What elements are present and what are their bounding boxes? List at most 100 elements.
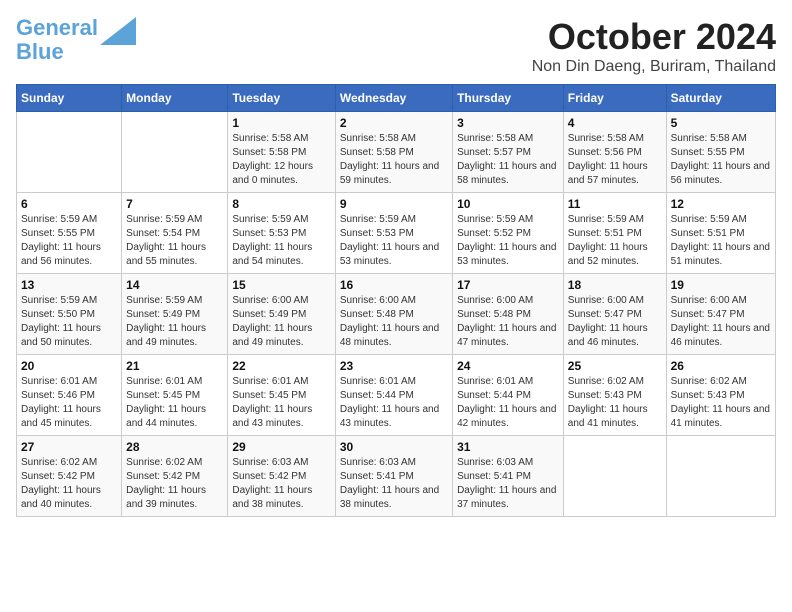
day-info: Sunrise: 5:58 AMSunset: 5:57 PMDaylight:…: [457, 132, 559, 188]
day-info: Sunrise: 6:00 AMSunset: 5:48 PMDaylight:…: [340, 294, 448, 350]
day-info: Sunrise: 6:01 AMSunset: 5:46 PMDaylight:…: [21, 375, 117, 431]
day-info: Sunrise: 5:59 AMSunset: 5:50 PMDaylight:…: [21, 294, 117, 350]
day-number: 14: [126, 278, 223, 292]
calendar-cell: 5 Sunrise: 5:58 AMSunset: 5:55 PMDaylight…: [666, 112, 775, 193]
day-number: 3: [457, 116, 559, 130]
day-number: 17: [457, 278, 559, 292]
calendar-cell: 27 Sunrise: 6:02 AMSunset: 5:42 PMDayligh…: [17, 436, 122, 517]
calendar-cell: 13Sunrise: 5:59 AMSunset: 5:50 PMDayligh…: [17, 274, 122, 355]
weekday-header: Monday: [122, 85, 228, 112]
day-number: 10: [457, 197, 559, 211]
day-number: 23: [340, 359, 448, 373]
calendar-cell: 23 Sunrise: 6:01 AMSunset: 5:44 PMDayligh…: [335, 355, 452, 436]
month-title: October 2024: [532, 16, 776, 58]
logo: General Blue: [16, 16, 136, 64]
day-number: 4: [568, 116, 662, 130]
day-info: Sunrise: 5:58 AMSunset: 5:55 PMDaylight:…: [671, 132, 771, 188]
day-info: Sunrise: 6:00 AMSunset: 5:49 PMDaylight:…: [232, 294, 330, 350]
logo-text: General Blue: [16, 16, 98, 64]
day-info: Sunrise: 6:02 AMSunset: 5:42 PMDaylight:…: [126, 456, 223, 512]
day-info: Sunrise: 5:58 AMSunset: 5:56 PMDaylight:…: [568, 132, 662, 188]
day-info: Sunrise: 6:01 AMSunset: 5:44 PMDaylight:…: [340, 375, 448, 431]
day-number: 27: [21, 440, 117, 454]
calendar-cell: 1Sunrise: 5:58 AMSunset: 5:58 PMDaylight…: [228, 112, 335, 193]
day-info: Sunrise: 6:03 AMSunset: 5:41 PMDaylight:…: [340, 456, 448, 512]
calendar-cell: 30 Sunrise: 6:03 AMSunset: 5:41 PMDayligh…: [335, 436, 452, 517]
day-info: Sunrise: 5:59 AMSunset: 5:53 PMDaylight:…: [340, 213, 448, 269]
calendar-cell: 7Sunrise: 5:59 AMSunset: 5:54 PMDaylight…: [122, 193, 228, 274]
calendar-cell: 11 Sunrise: 5:59 AMSunset: 5:51 PMDayligh…: [563, 193, 666, 274]
calendar-cell: 26 Sunrise: 6:02 AMSunset: 5:43 PMDayligh…: [666, 355, 775, 436]
day-info: Sunrise: 6:01 AMSunset: 5:45 PMDaylight:…: [126, 375, 223, 431]
day-number: 31: [457, 440, 559, 454]
calendar-cell: 21 Sunrise: 6:01 AMSunset: 5:45 PMDayligh…: [122, 355, 228, 436]
calendar-cell: 24 Sunrise: 6:01 AMSunset: 5:44 PMDayligh…: [453, 355, 564, 436]
weekday-header: Tuesday: [228, 85, 335, 112]
calendar-header: SundayMondayTuesdayWednesdayThursdayFrid…: [17, 85, 776, 112]
day-number: 21: [126, 359, 223, 373]
calendar-table: SundayMondayTuesdayWednesdayThursdayFrid…: [16, 84, 776, 517]
day-number: 16: [340, 278, 448, 292]
day-number: 29: [232, 440, 330, 454]
calendar-week-row: 27 Sunrise: 6:02 AMSunset: 5:42 PMDayligh…: [17, 436, 776, 517]
day-info: Sunrise: 5:59 AMSunset: 5:51 PMDaylight:…: [568, 213, 662, 269]
day-info: Sunrise: 6:01 AMSunset: 5:44 PMDaylight:…: [457, 375, 559, 431]
logo-blue: Blue: [16, 39, 64, 64]
header-row: SundayMondayTuesdayWednesdayThursdayFrid…: [17, 85, 776, 112]
day-number: 15: [232, 278, 330, 292]
day-number: 28: [126, 440, 223, 454]
day-number: 19: [671, 278, 771, 292]
day-number: 25: [568, 359, 662, 373]
calendar-cell: 2Sunrise: 5:58 AMSunset: 5:58 PMDaylight…: [335, 112, 452, 193]
calendar-cell: 31Sunrise: 6:03 AMSunset: 5:41 PMDayligh…: [453, 436, 564, 517]
calendar-cell: 16 Sunrise: 6:00 AMSunset: 5:48 PMDayligh…: [335, 274, 452, 355]
calendar-cell: 19 Sunrise: 6:00 AMSunset: 5:47 PMDayligh…: [666, 274, 775, 355]
weekday-header: Thursday: [453, 85, 564, 112]
calendar-cell: 3 Sunrise: 5:58 AMSunset: 5:57 PMDaylight…: [453, 112, 564, 193]
title-block: October 2024 Non Din Daeng, Buriram, Tha…: [532, 16, 776, 76]
location: Non Din Daeng, Buriram, Thailand: [532, 58, 776, 76]
day-number: 11: [568, 197, 662, 211]
day-info: Sunrise: 6:02 AMSunset: 5:43 PMDaylight:…: [568, 375, 662, 431]
calendar-cell: 28 Sunrise: 6:02 AMSunset: 5:42 PMDayligh…: [122, 436, 228, 517]
day-info: Sunrise: 6:02 AMSunset: 5:42 PMDaylight:…: [21, 456, 117, 512]
day-number: 30: [340, 440, 448, 454]
weekday-header: Saturday: [666, 85, 775, 112]
day-number: 18: [568, 278, 662, 292]
logo-icon: [100, 17, 136, 45]
calendar-cell: 14 Sunrise: 5:59 AMSunset: 5:49 PMDayligh…: [122, 274, 228, 355]
day-info: Sunrise: 5:58 AMSunset: 5:58 PMDaylight:…: [340, 132, 448, 188]
calendar-cell: [666, 436, 775, 517]
day-number: 6: [21, 197, 117, 211]
calendar-cell: 9 Sunrise: 5:59 AMSunset: 5:53 PMDaylight…: [335, 193, 452, 274]
calendar-cell: [563, 436, 666, 517]
day-number: 8: [232, 197, 330, 211]
day-info: Sunrise: 5:59 AMSunset: 5:55 PMDaylight:…: [21, 213, 117, 269]
day-number: 9: [340, 197, 448, 211]
page-header: General Blue October 2024 Non Din Daeng,…: [16, 16, 776, 76]
day-number: 5: [671, 116, 771, 130]
calendar-cell: 12 Sunrise: 5:59 AMSunset: 5:51 PMDayligh…: [666, 193, 775, 274]
day-number: 1: [232, 116, 330, 130]
day-info: Sunrise: 6:02 AMSunset: 5:43 PMDaylight:…: [671, 375, 771, 431]
day-info: Sunrise: 5:59 AMSunset: 5:51 PMDaylight:…: [671, 213, 771, 269]
day-number: 20: [21, 359, 117, 373]
day-info: Sunrise: 6:01 AMSunset: 5:45 PMDaylight:…: [232, 375, 330, 431]
logo-general: General: [16, 15, 98, 40]
calendar-week-row: 1 Sunrise: 5:58 AMSunset: 5:58 PMDaylight…: [17, 112, 776, 193]
calendar-cell: 25 Sunrise: 6:02 AMSunset: 5:43 PMDayligh…: [563, 355, 666, 436]
day-number: 22: [232, 359, 330, 373]
day-info: Sunrise: 5:59 AMSunset: 5:49 PMDaylight:…: [126, 294, 223, 350]
day-info: Sunrise: 5:59 AMSunset: 5:53 PMDaylight:…: [232, 213, 330, 269]
day-info: Sunrise: 5:59 AMSunset: 5:52 PMDaylight:…: [457, 213, 559, 269]
day-info: Sunrise: 5:59 AMSunset: 5:54 PMDaylight:…: [126, 213, 223, 269]
day-number: 12: [671, 197, 771, 211]
day-info: Sunrise: 6:00 AMSunset: 5:47 PMDaylight:…: [671, 294, 771, 350]
weekday-header: Sunday: [17, 85, 122, 112]
calendar-cell: 15 Sunrise: 6:00 AMSunset: 5:49 PMDayligh…: [228, 274, 335, 355]
day-info: Sunrise: 6:00 AMSunset: 5:48 PMDaylight:…: [457, 294, 559, 350]
calendar-cell: 8 Sunrise: 5:59 AMSunset: 5:53 PMDaylight…: [228, 193, 335, 274]
day-number: 24: [457, 359, 559, 373]
weekday-header: Friday: [563, 85, 666, 112]
day-number: 26: [671, 359, 771, 373]
